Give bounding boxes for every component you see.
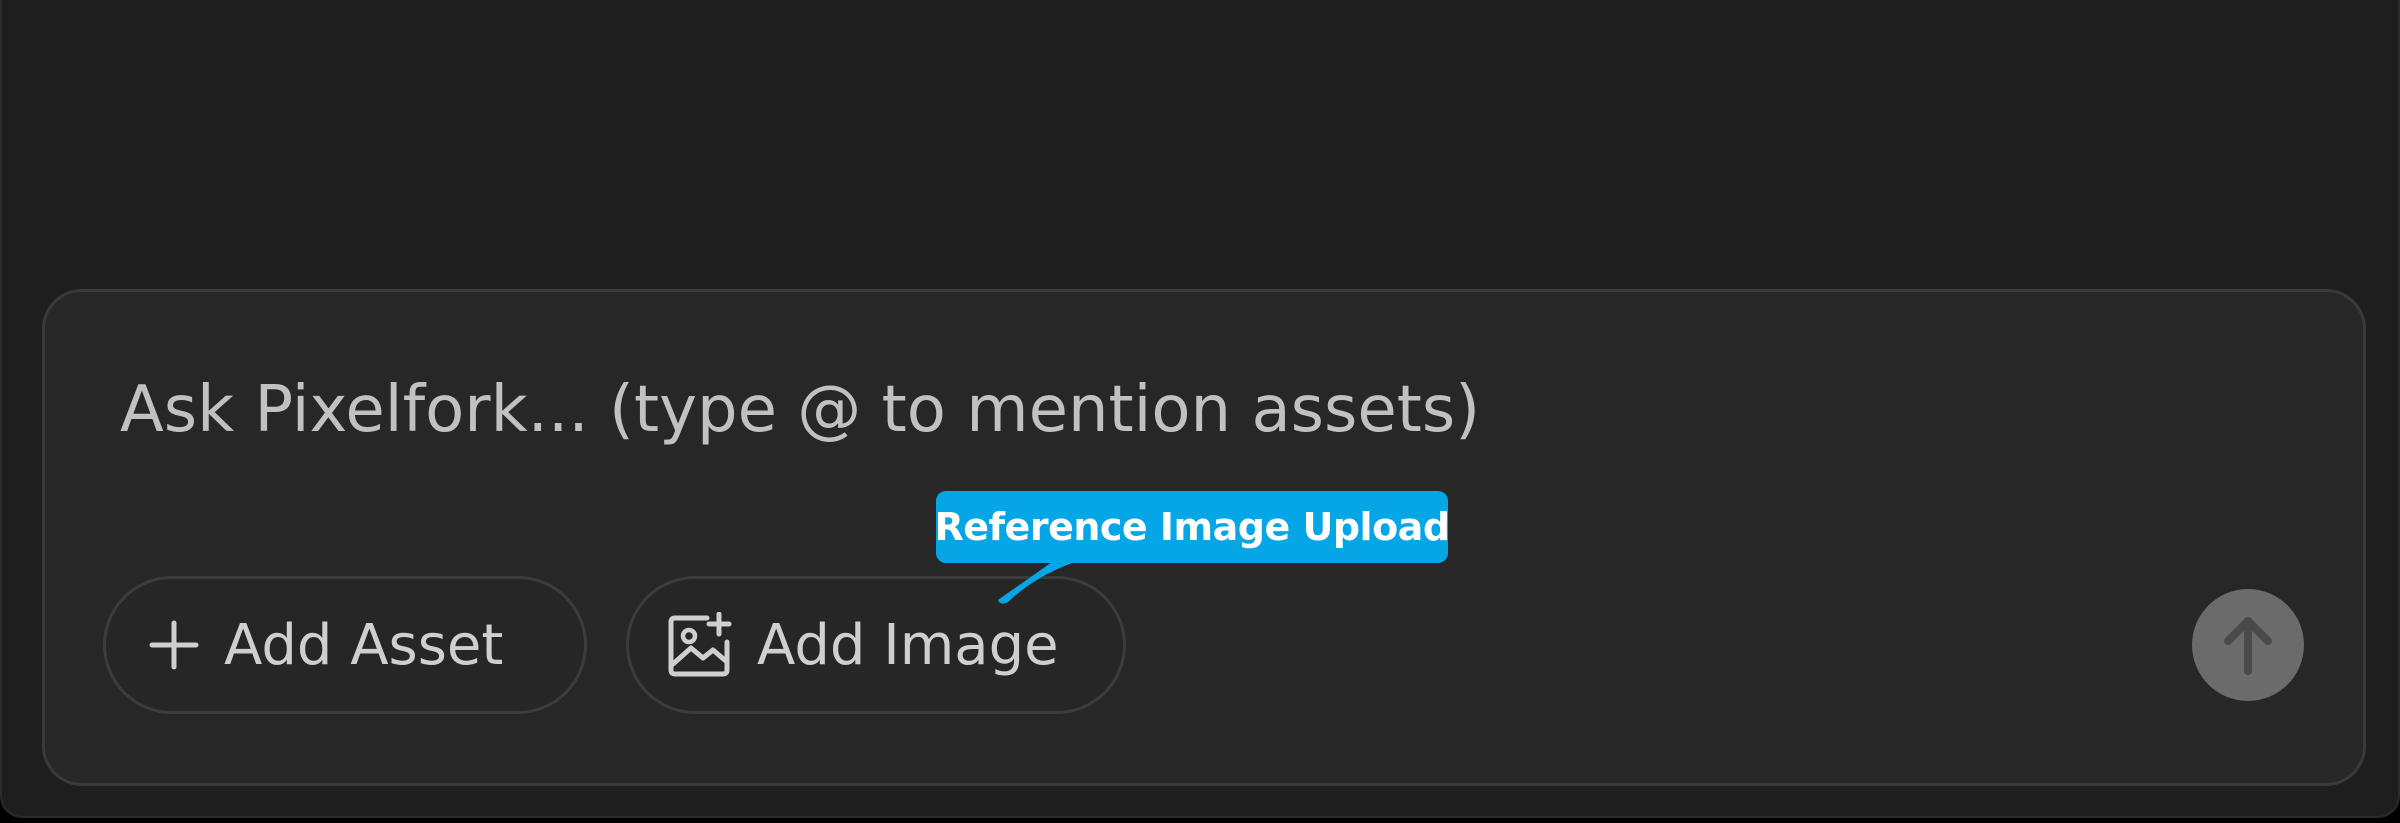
- add-image-label: Add Image: [757, 612, 1059, 678]
- add-asset-button[interactable]: Add Asset: [103, 576, 587, 714]
- reference-image-tooltip: Reference Image Upload: [934, 491, 1450, 563]
- add-asset-label: Add Asset: [224, 612, 504, 678]
- image-plus-icon: [667, 612, 733, 678]
- send-button[interactable]: [2192, 589, 2304, 701]
- arrow-up-icon: [2220, 613, 2276, 677]
- plus-icon: [148, 619, 200, 671]
- prompt-input[interactable]: [80, 360, 2080, 460]
- app-window: Add Asset Add Image Reference Image Uplo…: [0, 0, 2400, 818]
- tooltip-text: Reference Image Upload: [934, 505, 1450, 549]
